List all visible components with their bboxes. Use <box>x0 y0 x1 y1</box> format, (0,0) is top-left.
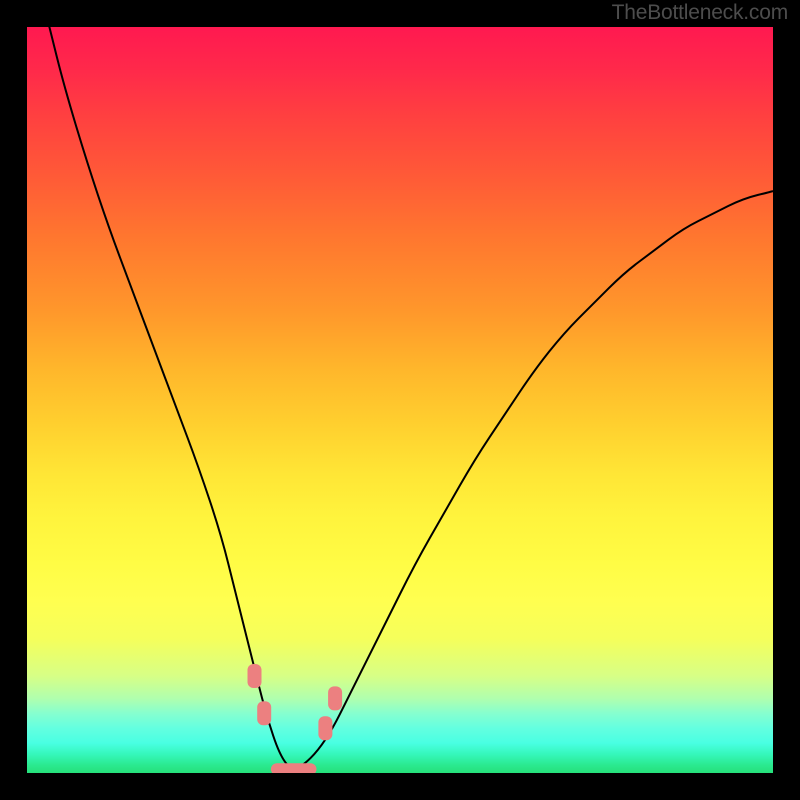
valley-marker <box>248 664 262 688</box>
bottleneck-curve <box>49 27 773 768</box>
valley-marker <box>318 716 332 740</box>
plot-area <box>27 27 773 773</box>
valley-marker <box>328 686 342 710</box>
watermark-label: TheBottleneck.com <box>612 1 788 25</box>
valley-marker <box>257 701 271 725</box>
chart-svg <box>27 27 773 773</box>
chart-stage: TheBottleneck.com <box>0 0 800 800</box>
valley-markers <box>248 664 343 740</box>
